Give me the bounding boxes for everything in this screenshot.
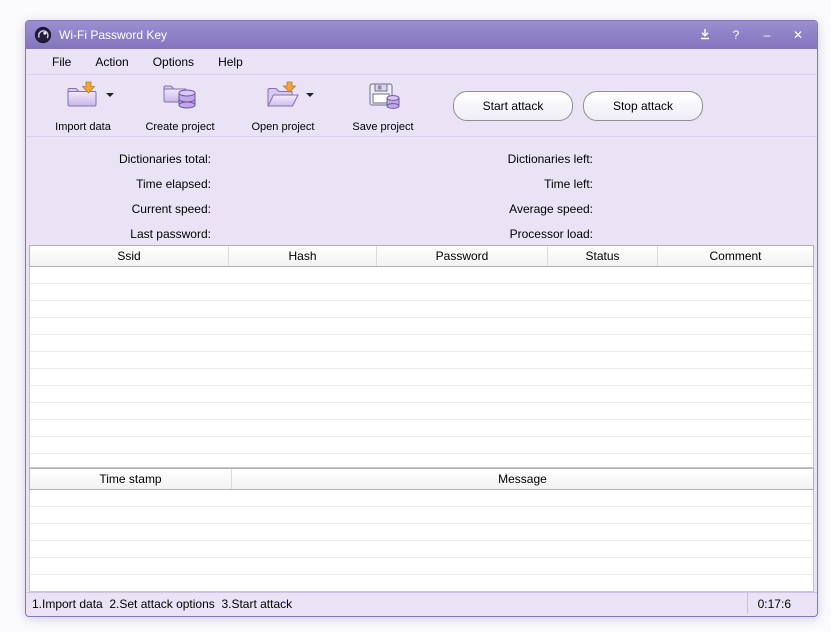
import-folder-icon — [65, 81, 101, 111]
save-project-button[interactable]: Save project — [340, 79, 426, 133]
save-project-icon — [365, 81, 401, 111]
status-timer: 0:17:6 — [747, 593, 817, 614]
stop-attack-button[interactable]: Stop attack — [583, 91, 703, 121]
log-table: Time stamp Message — [29, 468, 814, 592]
import-data-button[interactable]: Import data — [44, 79, 122, 133]
toolbar: Import data Create project — [26, 75, 817, 137]
log-table-body — [29, 490, 814, 592]
column-header-comment[interactable]: Comment — [658, 246, 813, 266]
start-attack-button[interactable]: Start attack — [453, 91, 573, 121]
results-table-header: Ssid Hash Password Status Comment — [29, 245, 814, 267]
create-project-icon — [162, 81, 198, 111]
results-table-body — [29, 267, 814, 468]
menu-bar: File Action Options Help — [26, 49, 817, 75]
stats-panel: Dictionaries total: Time elapsed: Curren… — [26, 137, 817, 245]
results-table: Ssid Hash Password Status Comment — [29, 245, 814, 468]
column-header-status[interactable]: Status — [548, 246, 658, 266]
close-button[interactable]: ✕ — [791, 28, 805, 42]
open-project-label: Open project — [252, 121, 315, 133]
open-dropdown-arrow[interactable] — [306, 93, 314, 97]
status-bar: 1.Import data 2.Set attack options 3.Sta… — [26, 592, 817, 614]
open-project-icon — [265, 81, 301, 111]
app-logo-icon — [34, 26, 52, 44]
window-title: Wi-Fi Password Key — [59, 28, 167, 42]
titlebar[interactable]: Wi-Fi Password Key ? – ✕ — [26, 21, 817, 49]
open-project-button[interactable]: Open project — [238, 79, 328, 133]
time-left-label: Time left: — [329, 172, 593, 197]
download-update-icon[interactable] — [698, 28, 712, 43]
current-speed-label: Current speed: — [29, 197, 211, 222]
processor-load-label: Processor load: — [329, 222, 593, 247]
time-elapsed-label: Time elapsed: — [29, 172, 211, 197]
import-dropdown-arrow[interactable] — [106, 93, 114, 97]
dictionaries-total-label: Dictionaries total: — [29, 147, 211, 172]
column-header-timestamp[interactable]: Time stamp — [30, 469, 232, 489]
last-password-label: Last password: — [29, 222, 211, 247]
dictionaries-left-label: Dictionaries left: — [329, 147, 593, 172]
status-hint-text: 1.Import data 2.Set attack options 3.Sta… — [32, 597, 292, 611]
help-button[interactable]: ? — [729, 28, 743, 42]
menu-action[interactable]: Action — [83, 51, 140, 73]
import-data-label: Import data — [55, 121, 111, 133]
menu-options[interactable]: Options — [141, 51, 206, 73]
column-header-hash[interactable]: Hash — [229, 246, 377, 266]
create-project-button[interactable]: Create project — [134, 79, 226, 133]
save-project-label: Save project — [352, 121, 413, 133]
column-header-password[interactable]: Password — [377, 246, 548, 266]
column-header-message[interactable]: Message — [232, 469, 813, 489]
menu-help[interactable]: Help — [206, 51, 255, 73]
menu-file[interactable]: File — [40, 51, 83, 73]
log-table-header: Time stamp Message — [29, 468, 814, 490]
app-window: Wi-Fi Password Key ? – ✕ File Action Opt… — [25, 20, 818, 617]
average-speed-label: Average speed: — [329, 197, 593, 222]
minimize-button[interactable]: – — [760, 28, 774, 42]
create-project-label: Create project — [145, 121, 214, 133]
column-header-ssid[interactable]: Ssid — [30, 246, 229, 266]
